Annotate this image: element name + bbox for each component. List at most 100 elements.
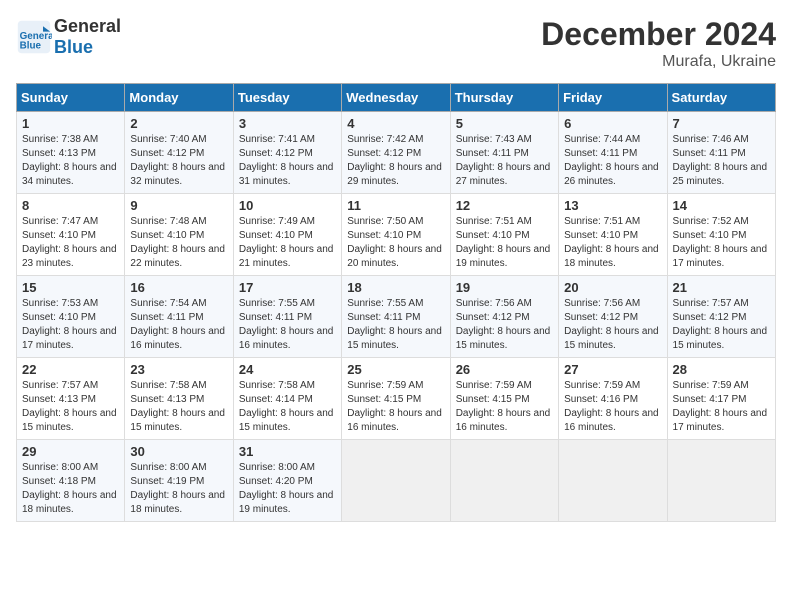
day-number: 25 bbox=[347, 362, 444, 377]
day-info: Sunrise: 7:46 AM Sunset: 4:11 PM Dayligh… bbox=[673, 133, 770, 189]
calendar-cell: 15 Sunrise: 7:53 AM Sunset: 4:10 PM Dayli… bbox=[17, 276, 125, 358]
calendar-cell: 20 Sunrise: 7:56 AM Sunset: 4:12 PM Dayli… bbox=[559, 276, 667, 358]
day-info: Sunrise: 7:49 AM Sunset: 4:10 PM Dayligh… bbox=[239, 215, 336, 271]
calendar-cell: 2 Sunrise: 7:40 AM Sunset: 4:12 PM Daylig… bbox=[125, 112, 233, 194]
calendar-cell: 30Sunrise: 8:00 AM Sunset: 4:19 PM Dayli… bbox=[125, 440, 233, 522]
header-wednesday: Wednesday bbox=[342, 84, 450, 112]
day-info: Sunrise: 7:42 AM Sunset: 4:12 PM Dayligh… bbox=[347, 133, 444, 189]
day-info: Sunrise: 7:48 AM Sunset: 4:10 PM Dayligh… bbox=[130, 215, 227, 271]
calendar-week-row: 8 Sunrise: 7:47 AM Sunset: 4:10 PM Daylig… bbox=[17, 194, 776, 276]
calendar-cell: 4Sunrise: 7:42 AM Sunset: 4:12 PM Daylig… bbox=[342, 112, 450, 194]
calendar-cell: 10 Sunrise: 7:49 AM Sunset: 4:10 PM Dayli… bbox=[233, 194, 341, 276]
location: Murafa, Ukraine bbox=[541, 53, 776, 71]
calendar-cell bbox=[450, 440, 558, 522]
calendar-cell: 13 Sunrise: 7:51 AM Sunset: 4:10 PM Dayli… bbox=[559, 194, 667, 276]
day-number: 10 bbox=[239, 198, 336, 213]
calendar-cell: 19 Sunrise: 7:56 AM Sunset: 4:12 PM Dayli… bbox=[450, 276, 558, 358]
calendar-cell: 6 Sunrise: 7:44 AM Sunset: 4:11 PM Daylig… bbox=[559, 112, 667, 194]
day-number: 21 bbox=[673, 280, 770, 295]
title-block: December 2024 Murafa, Ukraine bbox=[541, 16, 776, 71]
calendar-cell: 18Sunrise: 7:55 AM Sunset: 4:11 PM Dayli… bbox=[342, 276, 450, 358]
calendar-header-row: SundayMondayTuesdayWednesdayThursdayFrid… bbox=[17, 84, 776, 112]
day-number: 20 bbox=[564, 280, 661, 295]
calendar-cell bbox=[667, 440, 775, 522]
calendar-cell bbox=[342, 440, 450, 522]
header-saturday: Saturday bbox=[667, 84, 775, 112]
calendar-cell: 17 Sunrise: 7:55 AM Sunset: 4:11 PM Dayli… bbox=[233, 276, 341, 358]
day-number: 17 bbox=[239, 280, 336, 295]
day-info: Sunrise: 7:56 AM Sunset: 4:12 PM Dayligh… bbox=[564, 297, 661, 353]
day-number: 6 bbox=[564, 116, 661, 131]
header-sunday: Sunday bbox=[17, 84, 125, 112]
calendar-cell bbox=[559, 440, 667, 522]
day-info: Sunrise: 7:50 AM Sunset: 4:10 PM Dayligh… bbox=[347, 215, 444, 271]
day-info: Sunrise: 7:55 AM Sunset: 4:11 PM Dayligh… bbox=[239, 297, 336, 353]
calendar-cell: 31 Sunrise: 8:00 AM Sunset: 4:20 PM Dayli… bbox=[233, 440, 341, 522]
day-info: Sunrise: 7:44 AM Sunset: 4:11 PM Dayligh… bbox=[564, 133, 661, 189]
calendar-cell: 26 Sunrise: 7:59 AM Sunset: 4:15 PM Dayli… bbox=[450, 358, 558, 440]
day-number: 8 bbox=[22, 198, 119, 213]
day-number: 22 bbox=[22, 362, 119, 377]
calendar-cell: 12 Sunrise: 7:51 AM Sunset: 4:10 PM Dayli… bbox=[450, 194, 558, 276]
day-info: Sunrise: 7:54 AM Sunset: 4:11 PM Dayligh… bbox=[130, 297, 227, 353]
day-info: Sunrise: 7:59 AM Sunset: 4:15 PM Dayligh… bbox=[456, 379, 553, 435]
day-info: Sunrise: 8:00 AM Sunset: 4:18 PM Dayligh… bbox=[22, 461, 119, 517]
day-number: 26 bbox=[456, 362, 553, 377]
logo-icon: General Blue bbox=[16, 19, 52, 55]
day-info: Sunrise: 7:57 AM Sunset: 4:13 PM Dayligh… bbox=[22, 379, 119, 435]
day-number: 2 bbox=[130, 116, 227, 131]
day-info: Sunrise: 7:59 AM Sunset: 4:16 PM Dayligh… bbox=[564, 379, 661, 435]
calendar-week-row: 22 Sunrise: 7:57 AM Sunset: 4:13 PM Dayli… bbox=[17, 358, 776, 440]
day-info: Sunrise: 7:58 AM Sunset: 4:14 PM Dayligh… bbox=[239, 379, 336, 435]
day-number: 11 bbox=[347, 198, 444, 213]
day-number: 18 bbox=[347, 280, 444, 295]
day-number: 5 bbox=[456, 116, 553, 131]
calendar-cell: 24 Sunrise: 7:58 AM Sunset: 4:14 PM Dayli… bbox=[233, 358, 341, 440]
day-info: Sunrise: 7:53 AM Sunset: 4:10 PM Dayligh… bbox=[22, 297, 119, 353]
day-number: 29 bbox=[22, 444, 119, 459]
day-info: Sunrise: 7:57 AM Sunset: 4:12 PM Dayligh… bbox=[673, 297, 770, 353]
day-number: 28 bbox=[673, 362, 770, 377]
day-info: Sunrise: 8:00 AM Sunset: 4:19 PM Dayligh… bbox=[130, 461, 227, 517]
day-number: 9 bbox=[130, 198, 227, 213]
day-number: 3 bbox=[239, 116, 336, 131]
header-tuesday: Tuesday bbox=[233, 84, 341, 112]
header-friday: Friday bbox=[559, 84, 667, 112]
calendar-cell: 16 Sunrise: 7:54 AM Sunset: 4:11 PM Dayli… bbox=[125, 276, 233, 358]
day-info: Sunrise: 7:38 AM Sunset: 4:13 PM Dayligh… bbox=[22, 133, 119, 189]
calendar-cell: 14 Sunrise: 7:52 AM Sunset: 4:10 PM Dayli… bbox=[667, 194, 775, 276]
day-number: 24 bbox=[239, 362, 336, 377]
header-monday: Monday bbox=[125, 84, 233, 112]
day-number: 15 bbox=[22, 280, 119, 295]
day-info: Sunrise: 7:47 AM Sunset: 4:10 PM Dayligh… bbox=[22, 215, 119, 271]
calendar-cell: 8 Sunrise: 7:47 AM Sunset: 4:10 PM Daylig… bbox=[17, 194, 125, 276]
calendar-week-row: 1Sunrise: 7:38 AM Sunset: 4:13 PM Daylig… bbox=[17, 112, 776, 194]
calendar-cell: 5Sunrise: 7:43 AM Sunset: 4:11 PM Daylig… bbox=[450, 112, 558, 194]
day-info: Sunrise: 7:40 AM Sunset: 4:12 PM Dayligh… bbox=[130, 133, 227, 189]
day-number: 27 bbox=[564, 362, 661, 377]
calendar-week-row: 29 Sunrise: 8:00 AM Sunset: 4:18 PM Dayli… bbox=[17, 440, 776, 522]
day-info: Sunrise: 7:51 AM Sunset: 4:10 PM Dayligh… bbox=[456, 215, 553, 271]
day-number: 31 bbox=[239, 444, 336, 459]
day-number: 12 bbox=[456, 198, 553, 213]
day-number: 14 bbox=[673, 198, 770, 213]
day-info: Sunrise: 7:58 AM Sunset: 4:13 PM Dayligh… bbox=[130, 379, 227, 435]
calendar-cell: 22 Sunrise: 7:57 AM Sunset: 4:13 PM Dayli… bbox=[17, 358, 125, 440]
day-info: Sunrise: 7:52 AM Sunset: 4:10 PM Dayligh… bbox=[673, 215, 770, 271]
day-info: Sunrise: 7:51 AM Sunset: 4:10 PM Dayligh… bbox=[564, 215, 661, 271]
page-header: General Blue General Blue December 2024 … bbox=[16, 16, 776, 71]
day-number: 19 bbox=[456, 280, 553, 295]
logo: General Blue General Blue bbox=[16, 16, 121, 58]
calendar-cell: 21 Sunrise: 7:57 AM Sunset: 4:12 PM Dayli… bbox=[667, 276, 775, 358]
calendar-cell: 9 Sunrise: 7:48 AM Sunset: 4:10 PM Daylig… bbox=[125, 194, 233, 276]
day-number: 13 bbox=[564, 198, 661, 213]
day-number: 16 bbox=[130, 280, 227, 295]
day-info: Sunrise: 7:56 AM Sunset: 4:12 PM Dayligh… bbox=[456, 297, 553, 353]
header-thursday: Thursday bbox=[450, 84, 558, 112]
calendar-cell: 29 Sunrise: 8:00 AM Sunset: 4:18 PM Dayli… bbox=[17, 440, 125, 522]
calendar-week-row: 15 Sunrise: 7:53 AM Sunset: 4:10 PM Dayli… bbox=[17, 276, 776, 358]
calendar-cell: 25Sunrise: 7:59 AM Sunset: 4:15 PM Dayli… bbox=[342, 358, 450, 440]
day-number: 7 bbox=[673, 116, 770, 131]
day-info: Sunrise: 8:00 AM Sunset: 4:20 PM Dayligh… bbox=[239, 461, 336, 517]
calendar-cell: 7 Sunrise: 7:46 AM Sunset: 4:11 PM Daylig… bbox=[667, 112, 775, 194]
